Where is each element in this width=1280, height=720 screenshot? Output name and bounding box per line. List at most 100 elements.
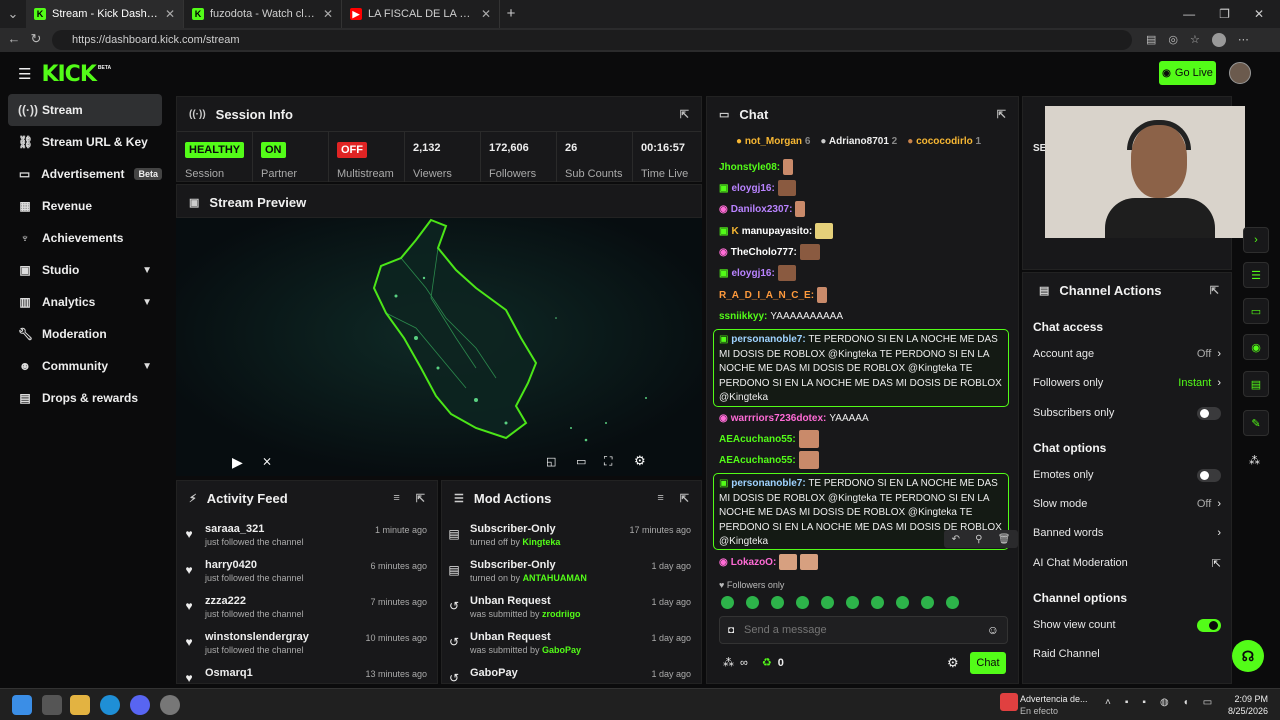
tab-list-chevron-icon[interactable]: ⌄ (0, 0, 26, 28)
tab-la-fiscal[interactable]: ▶ LA FISCAL DE LA NOCHE - PIURA ✕ (342, 0, 500, 28)
mic-icon[interactable]: ◍ (1160, 697, 1169, 708)
chat-send-button[interactable]: Chat (970, 652, 1006, 674)
go-live-button[interactable]: ◉ Go Live (1159, 61, 1216, 85)
more-icon[interactable]: ⋯ (1238, 33, 1249, 47)
popout-icon[interactable]: ⇱ (997, 108, 1006, 121)
reader-icon[interactable]: ▤ (1146, 33, 1156, 47)
sidebar-item-studio[interactable]: ▣ Studio ▼ (8, 254, 162, 286)
reply-icon[interactable]: ↶ (952, 534, 960, 545)
back-icon[interactable]: ← (4, 31, 24, 46)
close-tab-icon[interactable]: ✕ (481, 7, 491, 21)
sidebar-item-advertisement[interactable]: ▭ Advertisement Beta (8, 158, 162, 190)
pin-icon[interactable]: ⚲ (975, 534, 982, 545)
emote-button[interactable] (796, 596, 809, 609)
tracking-icon[interactable]: ◎ (1168, 33, 1178, 47)
kick-logo[interactable]: KICK (41, 62, 96, 87)
emote-button[interactable] (821, 596, 834, 609)
rail-button-layout-icon[interactable]: ▤ (1243, 371, 1269, 397)
rail-points-icon[interactable]: ⁂ (1249, 454, 1260, 467)
chevron-up-icon[interactable]: ˄ (1105, 697, 1111, 708)
raid-channel-row[interactable]: Raid Channel (1033, 646, 1221, 662)
new-tab-icon[interactable]: + (500, 0, 522, 28)
sidebar-item-community[interactable]: ☻ Community ▼ (8, 350, 162, 382)
gifter[interactable]: ● cococodirlo 1 (907, 136, 981, 147)
settings-icon[interactable]: ⚙ (634, 453, 646, 469)
network-icon[interactable]: ▭ (1203, 697, 1212, 708)
maximize-icon[interactable]: ❐ (1219, 7, 1230, 21)
edge-icon[interactable] (100, 695, 120, 715)
favorites-icon[interactable]: ☆ (1190, 33, 1200, 47)
delete-icon[interactable]: 🗑︎ (998, 534, 1011, 545)
theater-icon[interactable]: ▭ (576, 455, 586, 468)
sidebar-item-analytics[interactable]: ▥ Analytics ▼ (8, 286, 162, 318)
popout-icon[interactable]: ⇱ (416, 492, 425, 505)
emote-button[interactable] (721, 596, 734, 609)
pip-icon[interactable]: ◱ (546, 455, 556, 468)
emote-button[interactable] (946, 596, 959, 609)
filter-icon[interactable]: ≡ (393, 492, 399, 504)
emote-button[interactable] (896, 596, 909, 609)
rail-button-list-icon[interactable]: ☰ (1243, 262, 1269, 288)
chat-input[interactable]: ◘ ☺ (719, 616, 1008, 644)
sidebar-item-drops-rewards[interactable]: ▤ Drops & rewards (8, 382, 162, 414)
sidebar-item-moderation[interactable]: 🔧︎ Moderation (8, 318, 162, 350)
minimize-icon[interactable]: — (1183, 7, 1195, 21)
tray-app-icon[interactable]: ▪ (1142, 697, 1146, 708)
emote-button[interactable] (846, 596, 859, 609)
banned-words-row[interactable]: Banned words › (1033, 525, 1221, 541)
hamburger-menu-icon[interactable]: ☰ (18, 65, 31, 83)
followers-only-row[interactable]: Followers only Instant › (1033, 375, 1221, 391)
ai-chat-moderation-row[interactable]: AI Chat Moderation ⇱ (1033, 555, 1221, 571)
discord-icon[interactable] (130, 695, 150, 715)
play-icon[interactable]: ▶ (232, 454, 243, 471)
show-view-count-toggle[interactable] (1197, 618, 1221, 632)
tray-app-icon[interactable]: ▪ (1125, 697, 1129, 708)
filter-icon[interactable]: ≡ (657, 492, 663, 504)
rail-button-wrench-icon[interactable]: ✎ (1243, 410, 1269, 436)
app-icon[interactable] (160, 695, 180, 715)
clock[interactable]: 2:09 PM 8/25/2026 (1222, 693, 1268, 717)
subscribers-only-toggle[interactable] (1197, 406, 1221, 420)
start-icon[interactable] (12, 695, 32, 715)
sidebar-item-revenue[interactable]: ▦ Revenue (8, 190, 162, 222)
mute-icon[interactable]: ⨯ (262, 454, 272, 468)
user-avatar[interactable] (1229, 62, 1251, 84)
help-chat-icon[interactable]: ☊ (1232, 640, 1264, 672)
file-explorer-icon[interactable] (70, 695, 90, 715)
close-window-icon[interactable]: ✕ (1254, 7, 1264, 21)
tab-fuzodota[interactable]: K fuzodota - Watch clips on Kick ✕ (184, 0, 342, 28)
emoji-icon[interactable]: ☺ (987, 623, 999, 637)
tab-kick-dashboard[interactable]: K Stream - Kick Dashboard ✕ (26, 0, 184, 28)
account-age-row[interactable]: Account age Off › (1033, 346, 1221, 362)
emote-button[interactable] (921, 596, 934, 609)
points-icon[interactable]: ⁂ (723, 656, 734, 669)
rail-button-chevron[interactable]: › (1243, 227, 1269, 253)
sidebar-item-achievements[interactable]: ♆ Achievements (8, 222, 162, 254)
popout-icon[interactable]: ⇱ (680, 108, 689, 121)
emotes-only-toggle[interactable] (1197, 468, 1221, 482)
emote-button[interactable] (746, 596, 759, 609)
url-field[interactable]: https://dashboard.kick.com/stream (52, 30, 1132, 50)
rail-button-chat-icon[interactable]: ▭ (1243, 298, 1269, 324)
gifter[interactable]: ● Adriano8701 2 (820, 136, 897, 147)
send-message-field[interactable] (744, 624, 977, 636)
slow-mode-row[interactable]: Slow mode Off › (1033, 496, 1221, 512)
close-tab-icon[interactable]: ✕ (323, 7, 333, 21)
popout-icon[interactable]: ⇱ (1210, 284, 1219, 297)
sidebar-item-stream-url-key[interactable]: ⛓ Stream URL & Key (8, 126, 162, 158)
weather-widget[interactable]: Advertencia de... En efecto (1020, 693, 1088, 717)
rail-button-broadcast-icon[interactable]: ◉ (1243, 334, 1269, 360)
chat-settings-icon[interactable]: ⚙ (947, 655, 959, 671)
emote-button[interactable] (771, 596, 784, 609)
fullscreen-icon[interactable]: ⛶ (604, 454, 612, 469)
stream-preview-video[interactable]: ▶ ⨯ ◱ ▭ ⛶ ⚙ (176, 218, 702, 476)
gifter[interactable]: ● not_Morgan 6 (736, 136, 810, 147)
close-tab-icon[interactable]: ✕ (165, 7, 175, 21)
sidebar-item-stream[interactable]: ((·)) Stream (8, 94, 162, 126)
profile-icon[interactable] (1211, 33, 1226, 47)
popout-icon[interactable]: ⇱ (680, 492, 689, 505)
task-view-icon[interactable] (42, 695, 62, 715)
reload-icon[interactable]: ↻ (26, 31, 46, 47)
emote-button[interactable] (871, 596, 884, 609)
volume-icon[interactable]: ◖ (1183, 697, 1189, 708)
